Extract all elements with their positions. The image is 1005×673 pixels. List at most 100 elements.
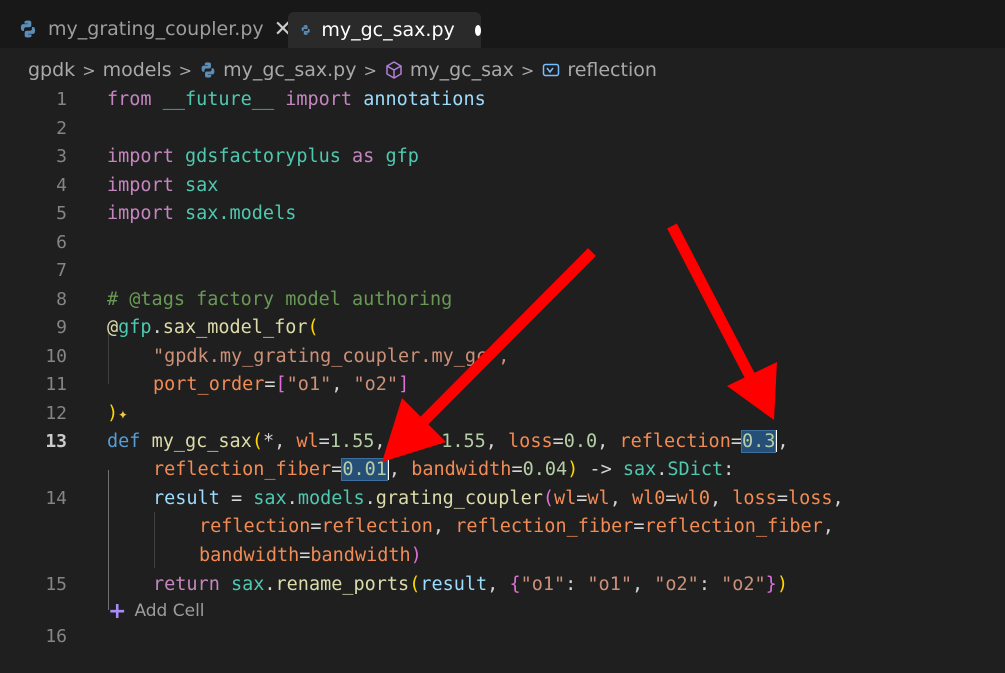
variable-icon (543, 63, 560, 77)
breadcrumb-item-function[interactable]: my_gc_sax (410, 59, 514, 81)
operator: = (310, 516, 322, 537)
parameter: reflection (321, 516, 433, 537)
breadcrumb-item-file[interactable]: my_gc_sax.py (223, 59, 356, 81)
line-number: 15 (45, 574, 67, 595)
operator: = (730, 431, 742, 452)
chevron-right-icon: > (363, 60, 377, 80)
indent-guide (108, 470, 109, 610)
operator: = (665, 488, 677, 509)
breadcrumb-item-variable[interactable]: reflection (567, 59, 657, 81)
bracket: ) (776, 574, 788, 595)
parameter: wl (587, 488, 610, 509)
parameter: reflection (199, 516, 311, 537)
line-number: 14 (45, 488, 67, 509)
line-number: 9 (56, 317, 67, 338)
add-cell-label: Add Cell (134, 601, 205, 621)
parameter: wl0 (396, 431, 431, 452)
code-line: import sax (107, 172, 218, 200)
bracket: { (509, 574, 521, 595)
line-number: 6 (56, 232, 67, 253)
line-number: 12 (45, 403, 67, 424)
module: sax (230, 574, 265, 595)
punct: , (374, 431, 397, 452)
code-editor[interactable]: 1 2 3 4 5 6 7 8 9 10 11 12 13 14 15 16 f… (0, 86, 1005, 673)
plus-icon: + (108, 598, 127, 624)
code-line: from __future__ import annotations (107, 86, 486, 114)
keyword: import (285, 89, 353, 110)
parameter: port_order (153, 374, 265, 395)
string: "o1" (286, 374, 332, 395)
unsaved-dot-icon[interactable] (474, 24, 481, 36)
keyword: import (107, 203, 174, 224)
module: __future__ (162, 89, 275, 110)
punct: . (151, 317, 163, 338)
chevron-right-icon: > (82, 60, 96, 80)
bracket: ) (567, 459, 579, 480)
bracket: ) (107, 403, 119, 424)
keyword: return (153, 574, 220, 595)
selected-number[interactable]: 0.3 (740, 430, 777, 453)
line-number: 5 (56, 203, 67, 224)
parameter: wl0 (631, 488, 666, 509)
parameter: bandwidth (199, 545, 300, 566)
bracket: ( (409, 574, 421, 595)
module: sax (184, 175, 219, 196)
number: 1.55 (441, 431, 486, 452)
punct: *, (262, 431, 297, 452)
punct: . (264, 574, 276, 595)
parameter: wl (554, 488, 577, 509)
code-line: import gdsfactoryplus as gfp (107, 143, 419, 171)
operator: = (219, 488, 254, 509)
code-line: @gfp.sax_model_for( (107, 314, 319, 342)
breadcrumb-item-models[interactable]: models (103, 59, 172, 81)
chevron-right-icon: > (520, 60, 535, 80)
tab-label: my_grating_coupler.py (48, 18, 264, 40)
parameter: reflection_fiber (153, 459, 332, 480)
bracket: ( (542, 488, 554, 509)
function: my_gc_sax (151, 431, 252, 452)
parameter: reflection (619, 431, 731, 452)
parameter: bandwidth (411, 459, 512, 480)
code-line: "gpdk.my_grating_coupler.my_gc", (153, 343, 509, 371)
string: "o1" (587, 574, 632, 595)
function: sax_model_for (162, 317, 308, 338)
sparkle-icon[interactable]: ✦ (118, 404, 128, 423)
punct: , (388, 459, 412, 480)
line-number: 8 (56, 289, 67, 310)
tab-my-gc-sax[interactable]: my_gc_sax.py (288, 12, 481, 48)
parameter: bandwidth (310, 545, 411, 566)
operator: = (511, 459, 523, 480)
chevron-right-icon: > (178, 60, 193, 80)
code-line: reflection_fiber=0.01, bandwidth=0.04) -… (153, 456, 734, 484)
operator: = (430, 431, 442, 452)
breadcrumb-item-gpdk[interactable]: gpdk (28, 59, 75, 81)
selected-number[interactable]: 0.01 (341, 458, 388, 481)
keyword: import (107, 175, 174, 196)
punct: . (286, 488, 298, 509)
module: sax (253, 488, 287, 509)
punct: : (723, 459, 735, 480)
keyword: def (107, 431, 141, 452)
string: "o2" (353, 374, 399, 395)
string: "o2" (654, 574, 699, 595)
bracket: ] (398, 374, 410, 395)
bracket: ( (307, 317, 319, 338)
number: 0.04 (522, 459, 568, 480)
parameter: loss (508, 431, 553, 452)
module: sax (622, 459, 657, 480)
punct: , (609, 488, 632, 509)
tab-my-grating-coupler[interactable]: my_grating_coupler.py ✕ (18, 12, 292, 46)
line-number: 16 (45, 626, 67, 647)
add-cell-button[interactable]: + Add Cell (108, 598, 205, 624)
python-icon (301, 25, 310, 35)
parameter: reflection_fiber (644, 516, 823, 537)
parameter: loss (787, 488, 833, 509)
bracket: } (765, 574, 777, 595)
python-icon (20, 20, 36, 38)
operator: -> (578, 459, 623, 480)
